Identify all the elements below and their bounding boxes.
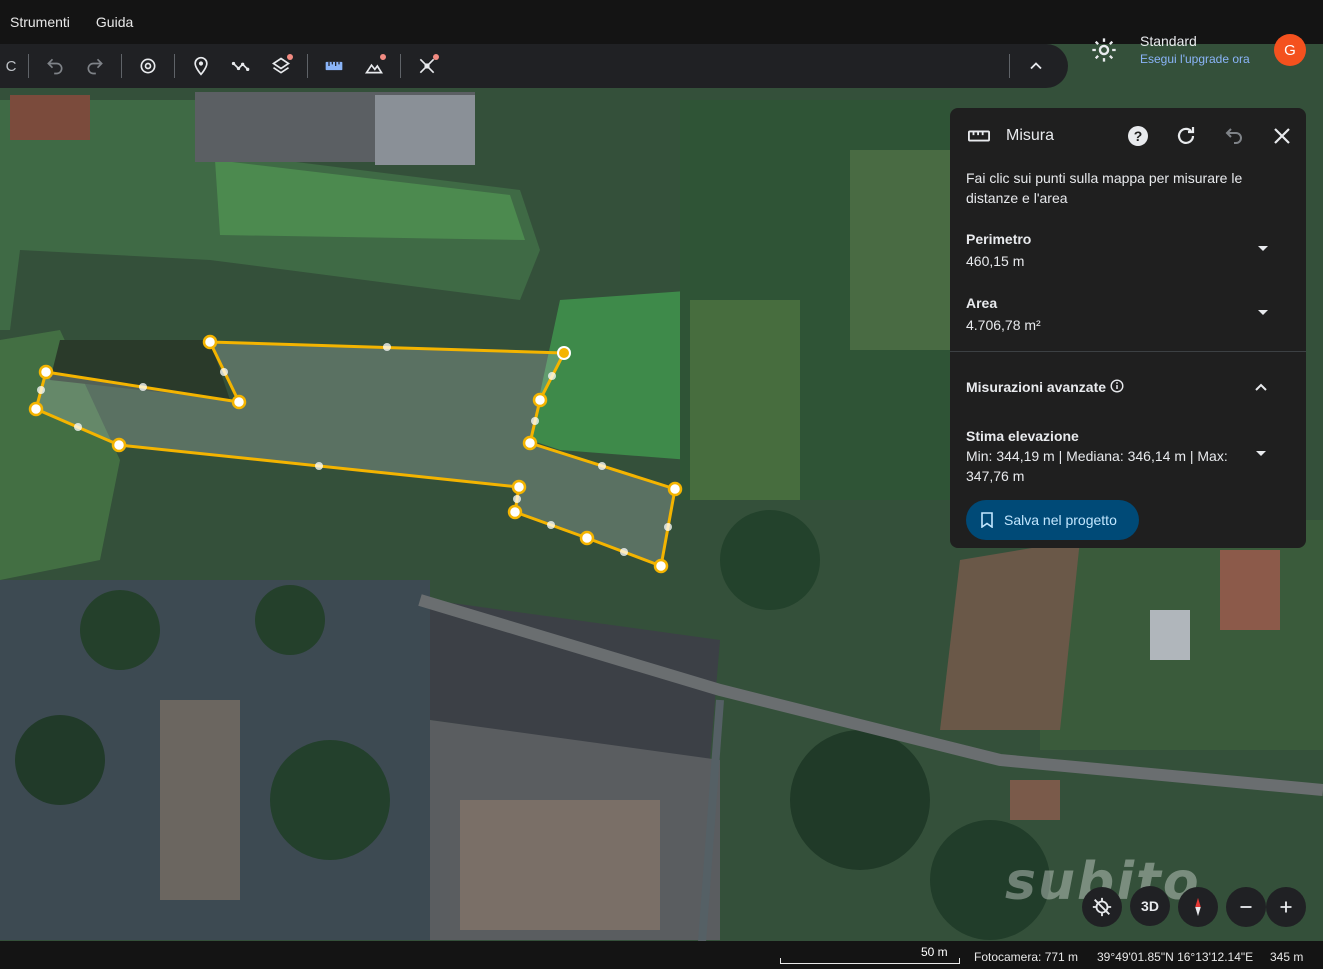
refresh-icon[interactable] [1174,124,1198,148]
vertex-handle[interactable] [532,392,548,408]
history-icon [140,58,156,74]
undo-icon[interactable] [1222,124,1246,148]
perimeter-row[interactable]: Perimetro 460,15 m [966,231,1286,269]
perimeter-label: Perimetro [966,231,1032,247]
vertex-handle[interactable] [111,437,127,453]
chevron-up-icon[interactable] [1254,380,1268,394]
measure-panel: Misura ? Fai clic sui punti sulla mappa … [950,108,1306,548]
location-off-icon [1092,897,1112,917]
add-path-button[interactable] [221,46,261,86]
svg-text:?: ? [1134,128,1143,144]
satellite-tool-button[interactable] [407,46,447,86]
measure-instructions: Fai clic sui punti sulla mappa per misur… [966,170,1243,206]
elevation-profile-button[interactable] [354,46,394,86]
help-icon[interactable]: ? [1126,124,1150,148]
measured-area [34,340,677,568]
ruler-icon [968,130,990,142]
plus-icon [1280,901,1292,913]
measure-panel-title: Misura [1006,127,1055,144]
undo-icon [47,58,63,75]
location-button[interactable] [1082,887,1122,927]
vertex-handle[interactable] [579,530,595,546]
vertex-handle[interactable] [507,504,523,520]
panel-divider [950,351,1306,352]
undo-button[interactable] [35,46,75,86]
settings-button[interactable] [1090,36,1118,64]
active-vertex-handle[interactable] [557,346,571,360]
toolbar-divider [1009,54,1010,78]
caret-down-icon[interactable] [1254,446,1268,460]
menu-bar: Strumenti Guida [0,0,1323,44]
vertex-handle[interactable] [202,334,218,350]
gear-icon [1092,38,1116,62]
area-label: Area [966,295,998,311]
minus-icon [1240,906,1252,908]
toolbar-divider [121,54,122,78]
notification-dot [287,54,293,60]
toolbar: C [0,44,1068,88]
measure-button[interactable] [314,46,354,86]
advanced-measurements-label[interactable]: Misurazioni avanzate [966,379,1106,395]
add-placemark-button[interactable] [181,46,221,86]
toggle-3d-button[interactable]: 3D [1130,886,1170,926]
placemark-icon [194,56,208,76]
search-partial-icon: C [5,57,17,75]
layers-button[interactable] [261,46,301,86]
notification-dot [433,54,439,60]
bookmark-icon [981,512,993,528]
upgrade-link[interactable]: Esegui l'upgrade ora [1140,52,1250,66]
menu-tools[interactable]: Strumenti [10,14,70,30]
ground-elevation: 345 m [1270,950,1304,964]
path-icon [231,61,250,71]
save-to-project-button[interactable]: Salva nel progetto [966,500,1139,540]
google-earth-window: Strumenti Guida C Standard Esegui l'upgr… [0,0,1323,969]
area-value: 4.706,78 m² [966,317,1041,333]
area-row[interactable]: Area 4.706,78 m² [966,295,1286,333]
camera-altitude: Fotocamera: 771 m [974,950,1079,964]
toolbar-divider [400,54,401,78]
vertex-handle[interactable] [511,479,527,495]
coordinates: 39°49'01.85"N 16°13'12.14"E [1097,950,1254,964]
scale-label: 50 m [921,945,948,959]
vertex-handle[interactable] [231,394,247,410]
avatar[interactable]: G [1274,34,1306,66]
compass-icon [1195,897,1201,917]
menu-help[interactable]: Guida [96,14,133,30]
compass-button[interactable] [1178,887,1218,927]
vertex-handle[interactable] [653,558,669,574]
chevron-up-icon [1030,62,1042,70]
save-button-label: Salva nel progetto [1004,512,1117,528]
perimeter-value: 460,15 m [966,253,1025,269]
historical-imagery-button[interactable] [128,46,168,86]
status-bar: Fotocamera: 771 m 39°49'01.85"N 16°13'12… [0,941,1323,969]
zoom-out-button[interactable] [1226,887,1266,927]
caret-down-icon[interactable] [1256,241,1270,255]
notification-dot [380,54,386,60]
plan-info: Standard Esegui l'upgrade ora [1140,33,1250,66]
vertex-handle[interactable] [522,435,538,451]
elevation-label: Stima elevazione [966,428,1079,444]
vertex-handle[interactable] [38,364,54,380]
redo-icon [87,58,103,75]
caret-down-icon[interactable] [1256,305,1270,319]
elevation-estimate: Stima elevazione Min: 344,19 m | Mediana… [966,426,1236,486]
ruler-icon [325,61,343,71]
toolbar-divider [307,54,308,78]
plan-name: Standard [1140,33,1197,49]
zoom-in-button[interactable] [1266,887,1306,927]
toolbar-divider [28,54,29,78]
measure-panel-header: Misura ? [950,108,1306,164]
close-icon[interactable] [1270,124,1294,148]
vertex-handle[interactable] [28,401,44,417]
info-icon[interactable] [1110,379,1124,393]
collapse-toolbar-button[interactable] [1016,46,1056,86]
redo-button[interactable] [75,46,115,86]
elevation-value: Min: 344,19 m | Mediana: 346,14 m | Max:… [966,448,1228,484]
search-partial-button[interactable]: C [0,46,22,86]
toolbar-divider [174,54,175,78]
vertex-handle[interactable] [667,481,683,497]
